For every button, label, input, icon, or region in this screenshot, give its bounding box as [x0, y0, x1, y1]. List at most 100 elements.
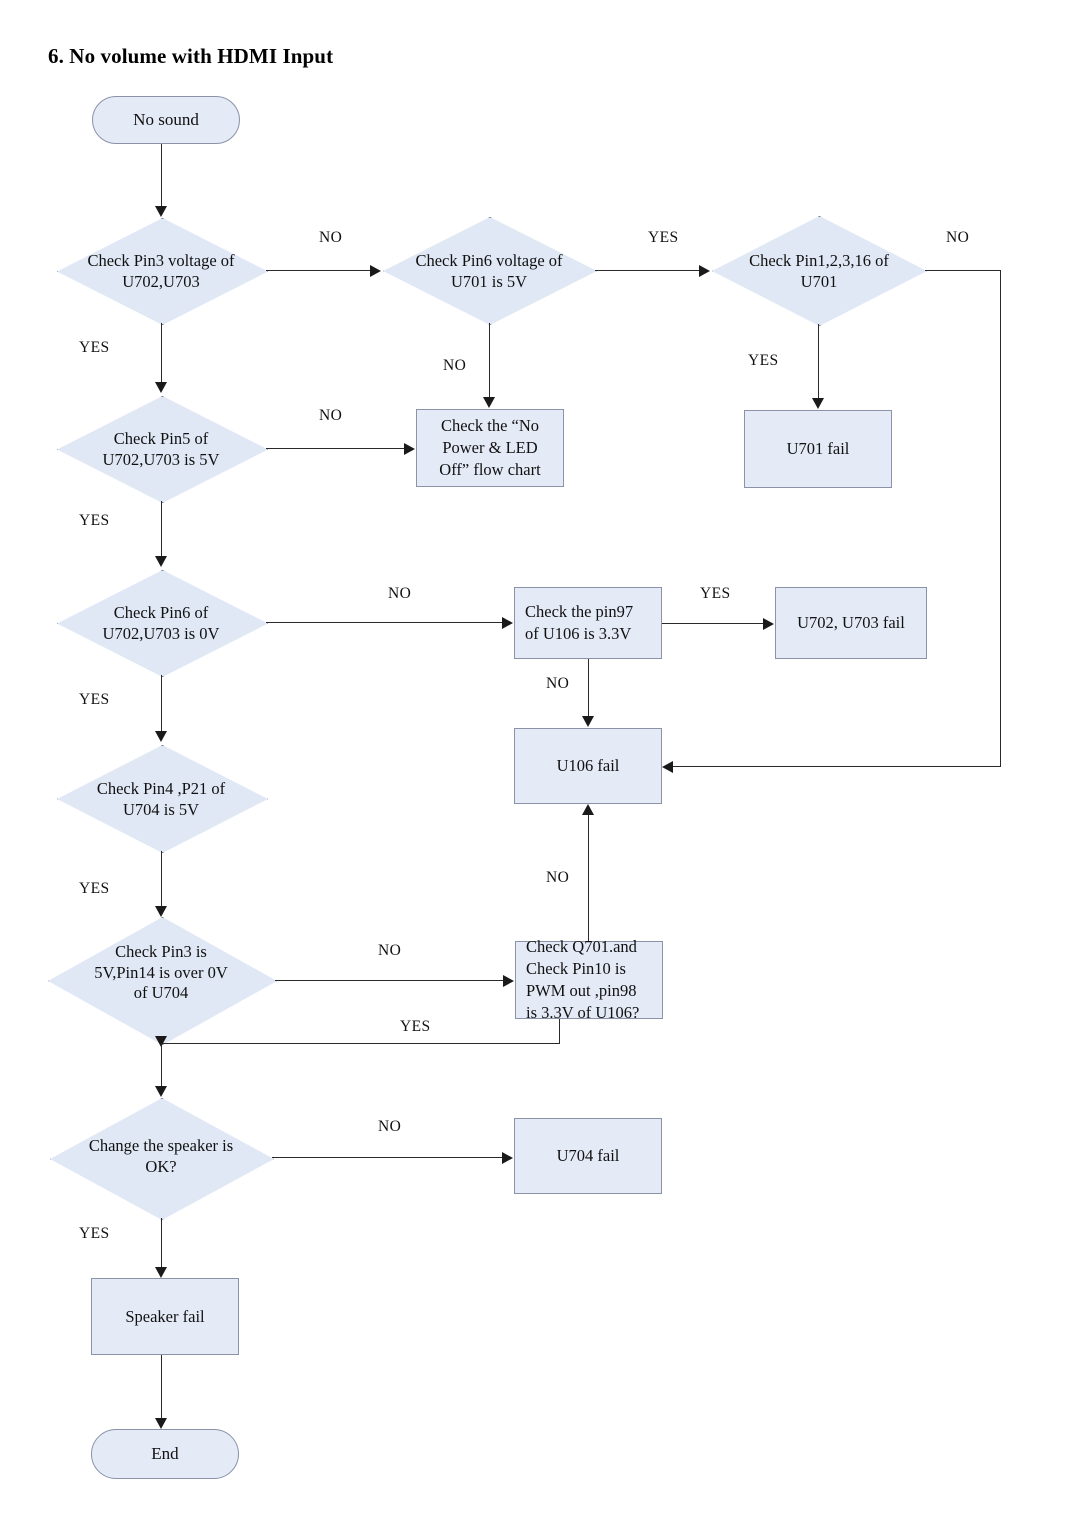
line-1: Change the speaker is [88, 1136, 234, 1155]
node-u106-fail[interactable]: U106 fail [514, 728, 662, 804]
edge-pin97-no [588, 659, 589, 717]
edge-label-yes-10: YES [79, 1225, 110, 1242]
arrowhead-right [502, 617, 513, 629]
arrowhead-right [503, 975, 514, 987]
line-1: Check Pin1,2,3,16 of [749, 251, 889, 270]
line-1: Check Pin6 of [113, 603, 209, 622]
edge-check-pin4-yes [161, 851, 162, 907]
node-start-label: No sound [133, 110, 199, 129]
node-check-pin4-p21-u704-label: Check Pin4 ,P21 of U704 is 5V [0, 779, 326, 820]
line-2: U701 [800, 271, 838, 291]
edge-label-no-4: NO [319, 407, 343, 424]
line-4: is 3.3V of U106? [526, 1002, 640, 1022]
node-check-no-power-led-off-flowchart[interactable]: Check the “No Power & LED Off” flow char… [416, 409, 564, 487]
node-u701-fail[interactable]: U701 fail [744, 410, 892, 488]
edge-start-to-check-pin3 [161, 144, 162, 207]
edge-label-no-9: NO [546, 869, 570, 886]
edge-label-yes-5: YES [79, 691, 110, 708]
line-1: U704 fail [556, 1146, 620, 1166]
node-text: Check the pin97 of U106 is 3.3V [515, 601, 661, 645]
edge-label-no-3: NO [946, 229, 970, 246]
edge-check-pin123-no-h2 [673, 766, 1001, 767]
node-check-q701-pin10-pwm[interactable]: Check Q701.and Check Pin10 is PWM out ,p… [515, 937, 663, 1022]
node-text: Check Q701.and Check Pin10 is PWM out ,p… [516, 936, 662, 1023]
edge-label-yes-2: YES [648, 229, 679, 246]
page-title: 6. No volume with HDMI Input [48, 44, 334, 68]
edge-label-no-5: NO [388, 585, 412, 602]
edge-q701-yes-v [559, 1019, 560, 1044]
node-u702-u703-fail[interactable]: U702, U703 fail [775, 587, 927, 659]
arrowhead-left [662, 761, 673, 773]
line-1: Check Pin3 voltage of [87, 251, 235, 270]
edge-label-no-8: NO [378, 942, 402, 959]
node-end-label: End [151, 1444, 179, 1463]
edge-label-yes-6: YES [700, 585, 731, 602]
node-check-pin3-u702-u703-label: Check Pin3 voltage of U702,U703 [0, 251, 326, 292]
node-speaker-fail[interactable]: Speaker fail [91, 1278, 239, 1355]
node-check-pin3-pin14-u704-label: Check Pin3 is 5V,Pin14 is over 0V of U70… [0, 942, 326, 1004]
edge-label-no-2: NO [443, 357, 467, 374]
node-text: Check the “No Power & LED Off” flow char… [417, 415, 563, 480]
node-check-pin97-u106[interactable]: Check the pin97 of U106 is 3.3V [514, 587, 662, 659]
edge-label-yes-8: YES [400, 1018, 431, 1035]
node-start-terminal[interactable]: No sound [92, 96, 240, 144]
line-1: Check Pin5 of [113, 429, 209, 448]
arrowhead-down [812, 398, 824, 409]
arrowhead-right [370, 265, 381, 277]
edge-q701-no [588, 815, 589, 941]
edge-check-pin3-pin14-yes [161, 1043, 162, 1087]
edge-speaker-no [272, 1157, 503, 1158]
arrowhead-down [582, 716, 594, 727]
arrowhead-right [763, 618, 774, 630]
arrowhead-right [404, 443, 415, 455]
line-1: Speaker fail [125, 1306, 205, 1326]
arrowhead-up [582, 804, 594, 815]
edge-check-pin6-u702-no [266, 622, 503, 623]
line-2: U704 is 5V [122, 799, 200, 819]
line-2: 5V,Pin14 is over 0V [94, 962, 228, 982]
node-u704-fail[interactable]: U704 fail [514, 1118, 662, 1194]
line-2: U702,U703 is 0V [102, 623, 220, 643]
arrowhead-down [155, 1267, 167, 1278]
line-1: Check Q701.and [526, 937, 637, 957]
edge-label-no-6: NO [546, 675, 570, 692]
edge-check-pin5-yes [161, 501, 162, 557]
arrowhead-down [155, 206, 167, 217]
line-1: U106 fail [556, 756, 620, 776]
edge-check-pin6-u701-no [489, 323, 490, 398]
line-3: of U704 [133, 983, 189, 1003]
node-text: U701 fail [745, 438, 891, 460]
line-1: Check Pin4 ,P21 of [96, 779, 226, 798]
line-2: Check Pin10 is [526, 959, 626, 979]
edge-check-pin6-u702-yes [161, 675, 162, 732]
edge-check-pin123-no-v [1000, 270, 1001, 766]
line-3: Off” flow chart [439, 459, 541, 479]
edge-check-pin123-no-h1 [925, 270, 1001, 271]
edge-check-pin6-u701-yes [595, 270, 700, 271]
arrowhead-down [483, 397, 495, 408]
arrowhead-down [155, 1086, 167, 1097]
edge-check-pin3-pin14-no [275, 980, 504, 981]
line-3: PWM out ,pin98 [526, 981, 637, 1000]
arrowhead-down [155, 556, 167, 567]
edge-label-yes-3: YES [748, 352, 779, 369]
arrowhead-down [155, 382, 167, 393]
line-1: Check the “No [440, 416, 540, 436]
arrowhead-right [699, 265, 710, 277]
edge-label-no-10: NO [378, 1118, 402, 1135]
line-1: Check the pin97 [525, 602, 634, 622]
line-1: U702, U703 fail [797, 613, 905, 633]
node-end-terminal[interactable]: End [91, 1429, 239, 1479]
line-2: of U106 is 3.3V [525, 624, 632, 643]
line-1: Check Pin3 is [115, 942, 207, 961]
edge-label-yes-1: YES [79, 339, 110, 356]
edge-check-pin3-yes [161, 323, 162, 383]
edge-label-no-1: NO [319, 229, 343, 246]
edge-label-yes-4: YES [79, 512, 110, 529]
line-1: Check Pin6 voltage of [415, 251, 563, 270]
line-2: U702,U703 is 5V [102, 449, 220, 469]
arrowhead-down [155, 731, 167, 742]
arrowhead-down [155, 906, 167, 917]
arrowhead-right [502, 1152, 513, 1164]
line-2: U701 is 5V [450, 271, 528, 291]
